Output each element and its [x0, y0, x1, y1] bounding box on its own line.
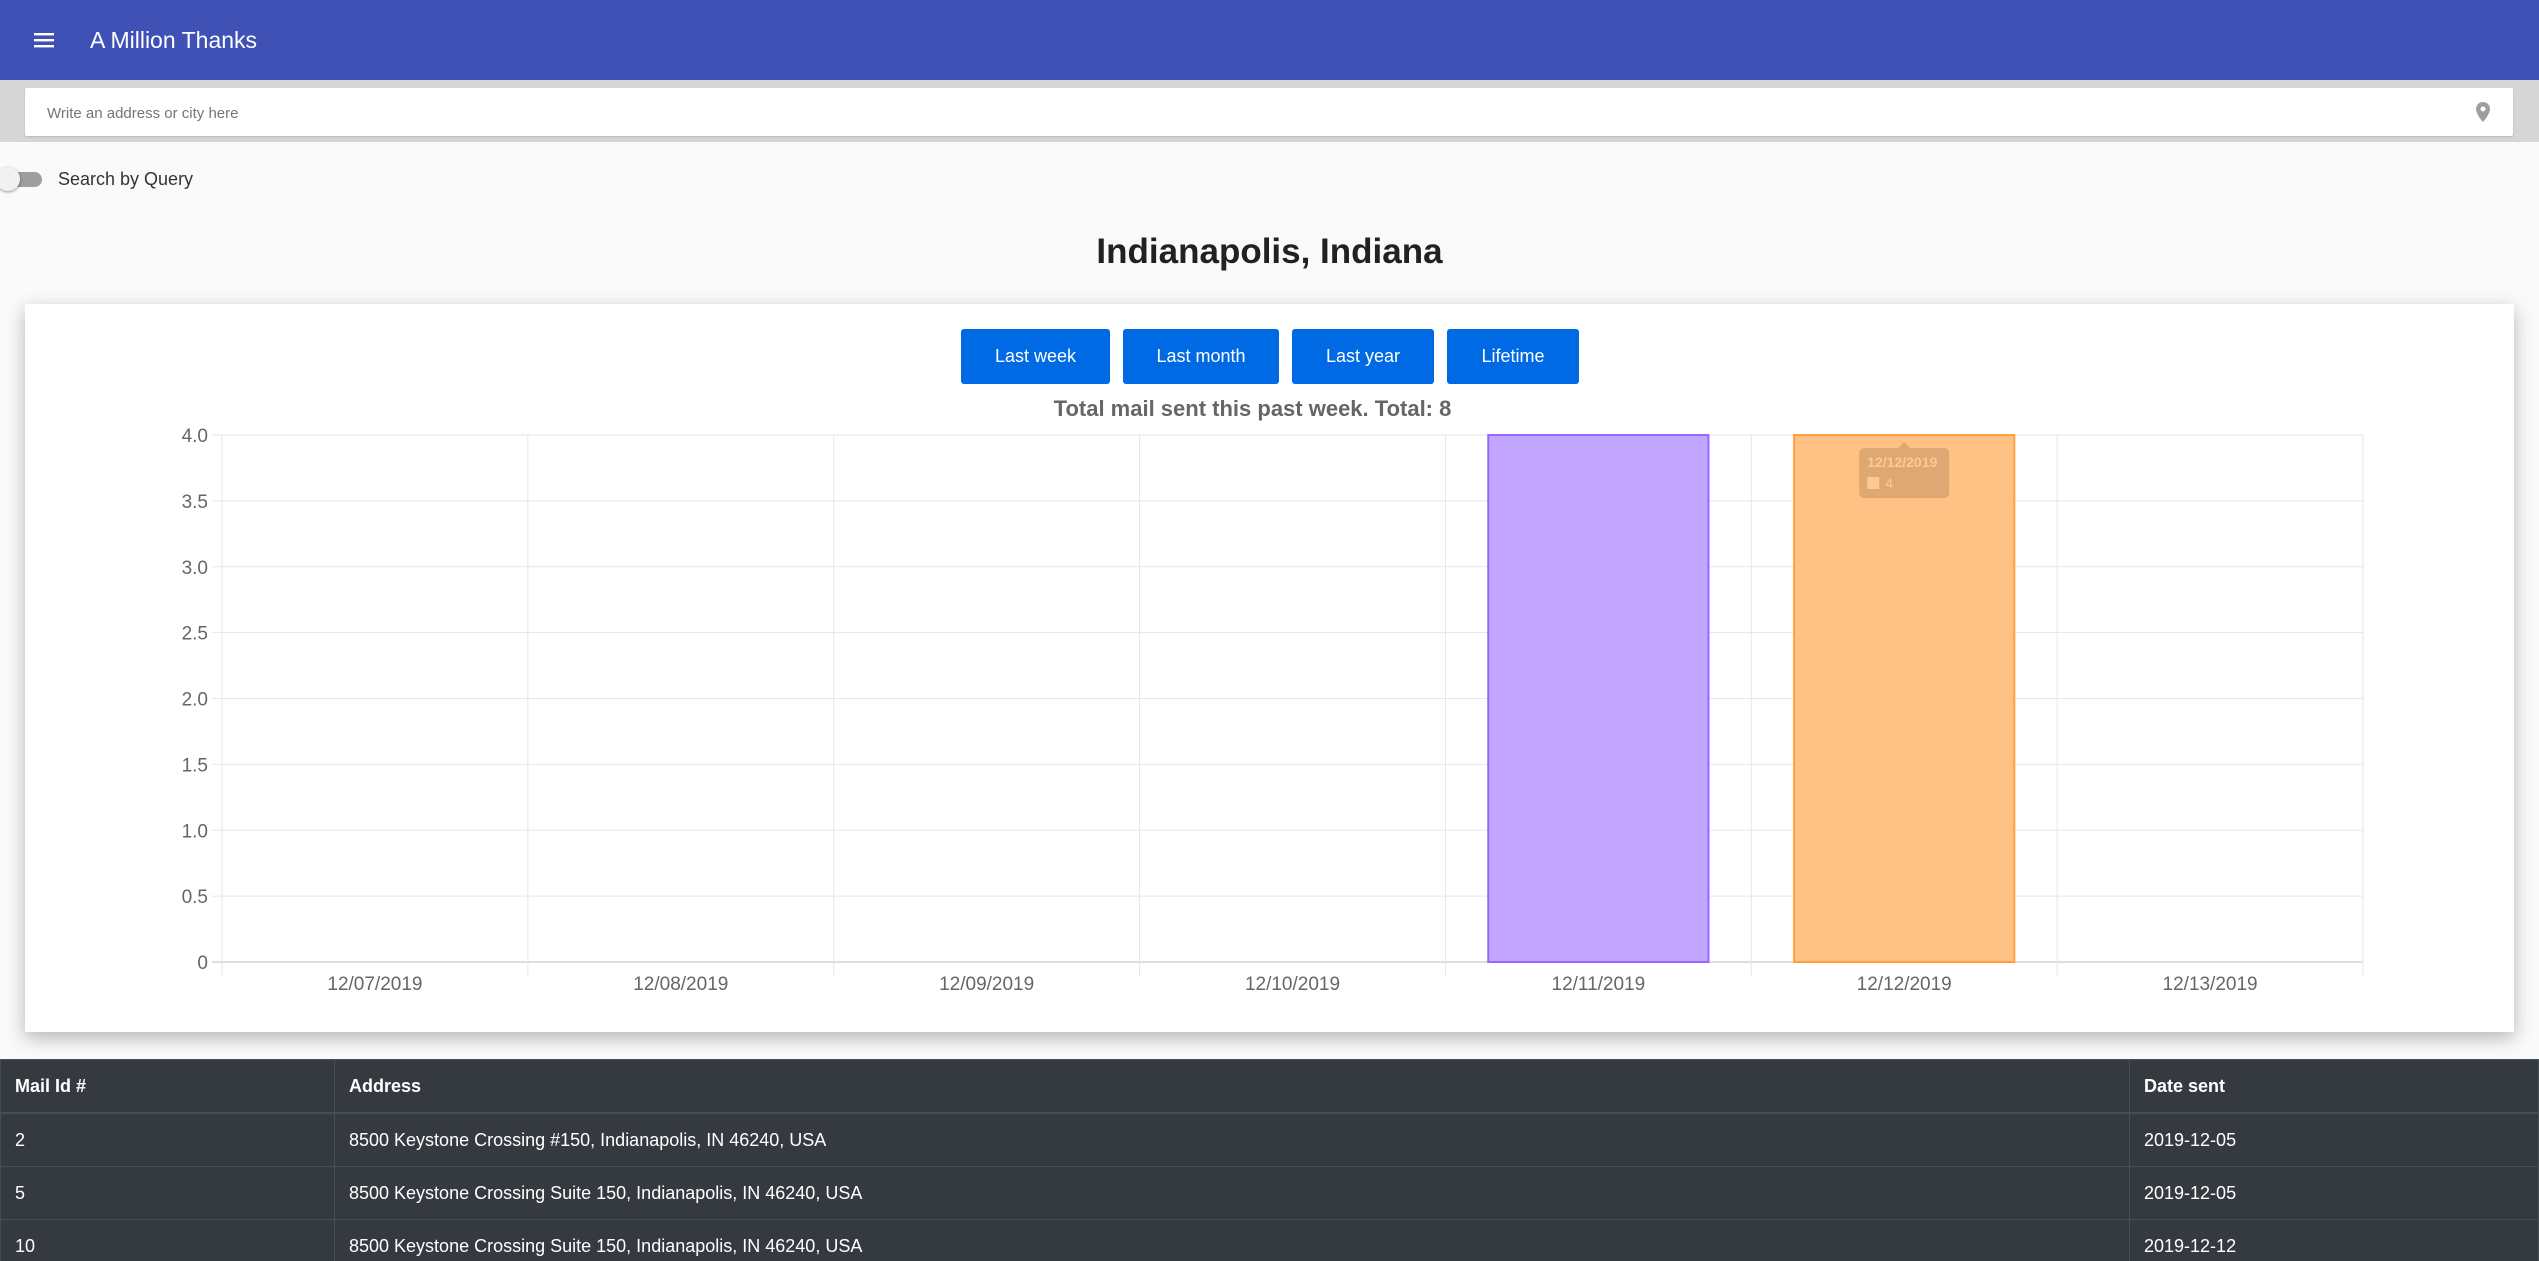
cell-address: 8500 Keystone Crossing Suite 150, Indian…: [334, 1166, 2130, 1220]
x-tick-label: 12/12/2019: [1857, 974, 1952, 995]
x-tick-label: 12/07/2019: [327, 974, 422, 995]
chart-title: Total mail sent this past week. Total: 8: [1054, 396, 1452, 421]
cell-mail-id: 10: [0, 1219, 335, 1261]
bar-12-12-2019: [1793, 434, 2016, 963]
y-tick-label: 4.0: [182, 426, 208, 447]
mail-table: Mail Id # Address Date sent 2 8500 Keyst…: [0, 1059, 2539, 1261]
table-row[interactable]: 2 8500 Keystone Crossing #150, Indianapo…: [0, 1112, 2539, 1167]
y-tick-label: 1.5: [182, 755, 208, 776]
bar-12-11-2019: [1487, 434, 1710, 963]
header-address[interactable]: Address: [334, 1059, 2130, 1114]
cell-address: 8500 Keystone Crossing #150, Indianapoli…: [334, 1112, 2130, 1167]
x-tick-label: 12/08/2019: [633, 974, 728, 995]
address-search-input[interactable]: [45, 88, 2449, 138]
cell-mail-id: 5: [0, 1166, 335, 1220]
menu-icon: [34, 33, 54, 48]
search-by-query-label: Search by Query: [58, 168, 194, 189]
y-tick-label: 0.5: [182, 887, 208, 908]
tooltip-title: 12/12/2019: [1867, 454, 1937, 470]
y-tick-label: 3.0: [182, 558, 208, 579]
table-row[interactable]: 10 8500 Keystone Crossing Suite 150, Ind…: [0, 1219, 2539, 1261]
cell-address: 8500 Keystone Crossing Suite 150, Indian…: [334, 1219, 2130, 1261]
mail-sent-bar-chart[interactable]: Total mail sent this past week. Total: 8…: [25, 304, 2514, 1032]
y-tick-label: 2.5: [182, 624, 208, 645]
y-tick-label: 0: [197, 953, 208, 974]
app-title: A Million Thanks: [90, 26, 258, 53]
app-bar: A Million Thanks: [0, 0, 2539, 80]
toggle-thumb: [0, 167, 20, 191]
y-tick-label: 1.0: [182, 821, 208, 842]
cell-date-sent: 2019-12-05: [2129, 1112, 2539, 1167]
header-mail-id[interactable]: Mail Id #: [0, 1059, 335, 1114]
y-tick-label: 3.5: [182, 492, 208, 513]
table-header-row: Mail Id # Address Date sent: [0, 1059, 2539, 1114]
table-row[interactable]: 5 8500 Keystone Crossing Suite 150, Indi…: [0, 1166, 2539, 1220]
mail-table-container: Mail Id # Address Date sent 2 8500 Keyst…: [0, 1059, 2539, 1261]
search-by-query-toggle[interactable]: [0, 165, 44, 193]
chart-tooltip: 12/12/2019 4: [1859, 442, 1950, 498]
tooltip-value: 4: [1885, 475, 1893, 491]
location-title: Indianapolis, Indiana: [1096, 232, 1443, 271]
search-box: [25, 88, 2513, 138]
menu-button[interactable]: [24, 20, 64, 60]
cell-date-sent: 2019-12-12: [2129, 1219, 2539, 1261]
y-tick-label: 2.0: [182, 690, 208, 711]
x-tick-label: 12/13/2019: [2163, 974, 2258, 995]
search-bar-container: [0, 80, 2539, 142]
x-tick-label: 12/11/2019: [1552, 974, 1646, 995]
header-date-sent[interactable]: Date sent: [2129, 1059, 2539, 1114]
map-pin-icon[interactable]: [2471, 100, 2495, 124]
cell-date-sent: 2019-12-05: [2129, 1166, 2539, 1220]
cell-mail-id: 2: [0, 1112, 335, 1167]
x-tick-label: 12/09/2019: [939, 974, 1034, 995]
search-by-query-row: Search by Query: [0, 165, 193, 193]
x-tick-label: 12/10/2019: [1245, 974, 1340, 995]
chart-card: Last week Last month Last year Lifetime …: [25, 304, 2514, 1032]
